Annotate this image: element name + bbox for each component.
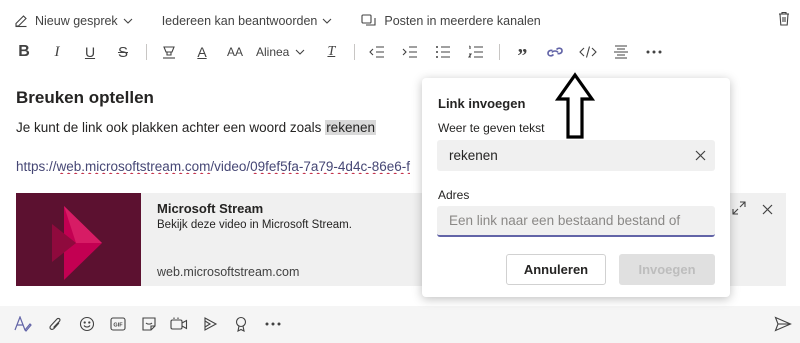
increase-indent-icon <box>402 46 418 58</box>
expand-icon <box>732 201 746 215</box>
send-button[interactable] <box>772 313 794 335</box>
numbered-list-icon <box>468 45 484 58</box>
attach-icon <box>49 317 61 330</box>
highlight-button[interactable] <box>157 40 181 64</box>
svg-text:GIF: GIF <box>113 323 123 329</box>
decrease-indent-button[interactable] <box>365 40 389 64</box>
gif-icon: GIF <box>110 317 126 331</box>
dialog-title: Link invoegen <box>438 96 526 111</box>
emoji-button[interactable] <box>76 313 98 335</box>
chevron-down-icon <box>123 18 133 24</box>
close-icon <box>695 150 706 161</box>
meet-now-button[interactable] <box>168 313 190 335</box>
italic-button[interactable]: I <box>45 40 69 64</box>
remove-preview-button[interactable] <box>762 202 773 220</box>
quote-button[interactable]: ” <box>510 40 534 66</box>
new-conversation-label: Nieuw gesprek <box>35 14 118 28</box>
clear-display-text-button[interactable] <box>695 148 706 166</box>
more-extensions-button[interactable] <box>262 313 284 335</box>
url-host: web.microsoftstream.com <box>56 159 211 174</box>
url-prefix: https:// <box>16 159 57 174</box>
font-color-button[interactable]: A <box>190 40 214 64</box>
insert-button[interactable]: Invoegen <box>619 254 715 285</box>
underline-button[interactable]: U <box>78 40 102 64</box>
bold-button[interactable]: B <box>12 40 36 64</box>
bullet-list-icon <box>436 46 451 58</box>
strikethrough-button[interactable]: S <box>111 40 135 64</box>
document-title: Breuken optellen <box>16 88 154 107</box>
cancel-button[interactable]: Annuleren <box>506 254 606 285</box>
paragraph-label: Alinea <box>256 45 290 59</box>
decrease-indent-icon <box>369 46 385 58</box>
align-icon <box>614 45 629 59</box>
stream-logo-icon <box>52 206 102 280</box>
highlighted-word[interactable]: rekenen <box>325 120 376 135</box>
praise-icon <box>235 316 247 332</box>
code-button[interactable] <box>576 40 600 64</box>
paragraph-dropdown[interactable]: Alinea <box>256 40 305 64</box>
link-icon <box>547 47 564 57</box>
address-label: Adres <box>438 188 470 202</box>
highlight-icon <box>163 46 175 59</box>
font-size-button[interactable]: AA <box>223 40 247 64</box>
divider <box>499 44 501 60</box>
compose-options: Nieuw gesprek Iedereen kan beantwoorden … <box>14 10 563 32</box>
edit-icon <box>15 15 27 28</box>
reply-permission-button[interactable]: Iedereen kan beantwoorden <box>162 14 340 28</box>
pasted-url[interactable]: https://web.microsoftstream.com/video/09… <box>16 159 426 174</box>
stream-icon <box>204 317 218 331</box>
close-icon <box>762 204 773 215</box>
attach-button[interactable] <box>44 313 66 335</box>
insert-link-button[interactable] <box>543 40 567 64</box>
new-conversation-button[interactable]: Nieuw gesprek <box>14 14 140 28</box>
emoji-icon <box>79 316 95 332</box>
message-extensions-toolbar: GIF <box>0 306 800 343</box>
divider <box>146 44 147 60</box>
address-input[interactable] <box>437 206 715 237</box>
post-multiple-label: Posten in meerdere kanalen <box>384 14 541 28</box>
formatting-toolbar: B I U S A AA Alinea T ” <box>12 40 675 66</box>
increase-indent-button[interactable] <box>398 40 422 64</box>
code-icon <box>579 46 598 58</box>
praise-button[interactable] <box>230 313 252 335</box>
sticker-button[interactable] <box>138 313 160 335</box>
numbered-list-button[interactable] <box>464 40 488 64</box>
text-prefix: Je kunt de link ook plakken achter een w… <box>16 120 326 135</box>
url-mid: /video/ <box>210 159 251 174</box>
stream-button[interactable] <box>199 313 221 335</box>
more-format-button[interactable] <box>642 40 666 64</box>
more-icon <box>646 50 662 54</box>
divider <box>354 44 356 60</box>
expand-button[interactable] <box>732 201 746 220</box>
card-title: Microsoft Stream <box>157 201 264 216</box>
document-text: Je kunt de link ook plakken achter een w… <box>16 120 376 135</box>
gif-button[interactable]: GIF <box>107 313 129 335</box>
display-text-input[interactable] <box>437 140 715 171</box>
chevron-down-icon <box>322 18 332 24</box>
chevron-down-icon <box>295 49 305 55</box>
channels-icon <box>361 14 376 26</box>
arrow-up-icon <box>555 72 595 139</box>
discard-button[interactable] <box>778 11 790 31</box>
reply-permission-label: Iedereen kan beantwoorden <box>161 14 318 28</box>
format-icon <box>14 316 32 332</box>
clear-format-button[interactable]: T <box>319 40 343 64</box>
format-button[interactable] <box>12 313 34 335</box>
post-multiple-channels-button[interactable]: Posten in meerdere kanalen <box>361 14 541 28</box>
stream-thumbnail <box>16 193 141 286</box>
card-host: web.microsoftstream.com <box>157 265 300 279</box>
more-icon <box>265 322 281 326</box>
trash-icon <box>779 11 789 26</box>
card-description: Bekijk deze video in Microsoft Stream. <box>157 219 352 231</box>
sticker-icon <box>142 317 156 331</box>
meet-icon <box>170 317 188 330</box>
horizontal-rule-button[interactable] <box>609 40 633 64</box>
url-rest: 09fef5fa-7a79-4d4c-86e6-f <box>250 159 410 174</box>
display-text-label: Weer te geven tekst <box>438 121 545 135</box>
send-icon <box>774 316 792 332</box>
bullet-list-button[interactable] <box>431 40 455 64</box>
